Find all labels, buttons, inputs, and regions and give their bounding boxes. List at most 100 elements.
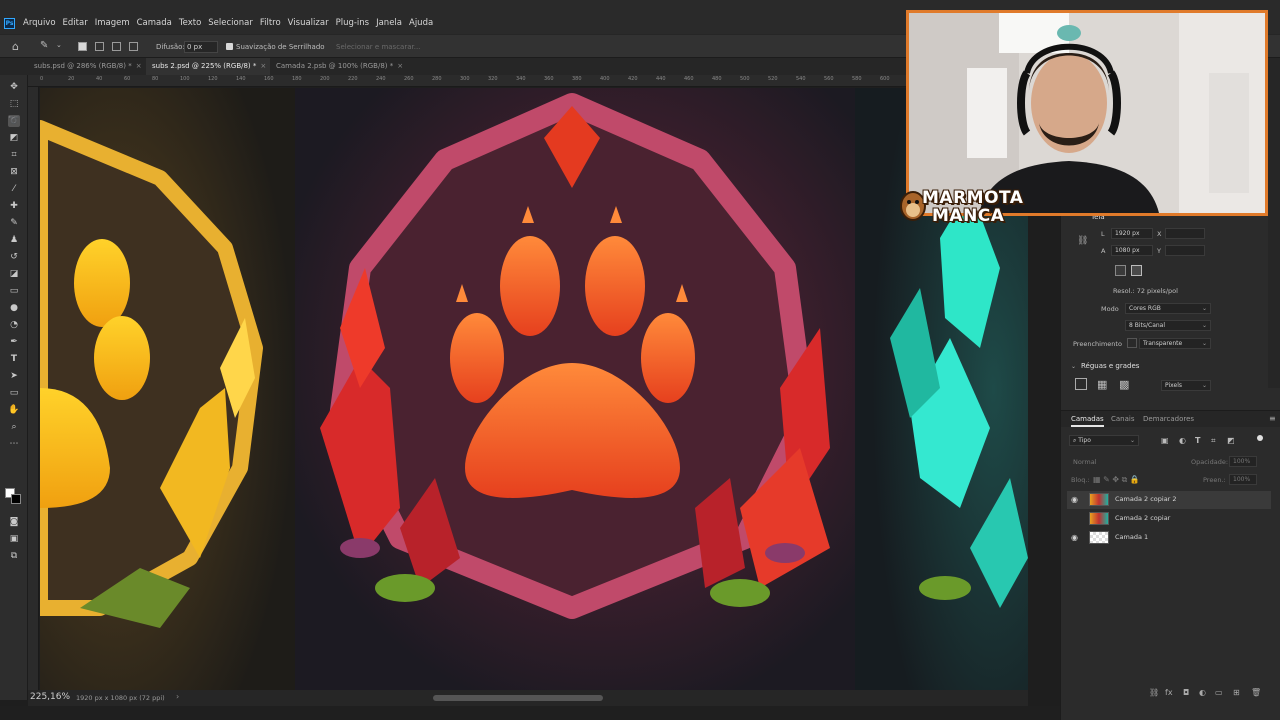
feather-input[interactable]: 0 px: [184, 41, 218, 53]
depth-select[interactable]: 8 Bits/Canal ⌄: [1125, 320, 1211, 331]
filter-toggle-icon[interactable]: [1257, 435, 1263, 441]
lasso-tool-icon[interactable]: ✎: [40, 40, 48, 51]
home-icon[interactable]: ⌂: [12, 40, 19, 53]
type-tool-icon[interactable]: T: [8, 353, 20, 365]
pen-tool-icon[interactable]: ✒: [8, 336, 20, 348]
menu-editar[interactable]: Editar: [63, 18, 88, 28]
mode-select[interactable]: Cores RGB ⌄: [1125, 303, 1211, 314]
fill-swatch[interactable]: [1127, 338, 1137, 348]
menu-selecionar[interactable]: Selecionar: [208, 18, 253, 28]
link-icon[interactable]: ⛓: [1077, 236, 1088, 246]
fill-opacity-field[interactable]: 100%: [1229, 474, 1257, 485]
dodge-tool-icon[interactable]: ◔: [8, 319, 20, 331]
panel-menu-icon[interactable]: ≡: [1269, 414, 1276, 423]
tab-subs-2[interactable]: subs 2.psd @ 225% (RGB/8) * ×: [146, 58, 270, 75]
path-select-icon[interactable]: ➤: [8, 370, 20, 382]
document-canvas[interactable]: [40, 88, 1028, 691]
layer-filter-select[interactable]: ⌕ Tipo ⌄: [1069, 435, 1139, 446]
landscape-icon[interactable]: [1131, 265, 1142, 276]
healing-brush-icon[interactable]: ✚: [8, 200, 20, 212]
close-icon[interactable]: ×: [397, 62, 403, 70]
link-layers-icon[interactable]: ⛓: [1149, 688, 1159, 697]
new-layer-icon[interactable]: ⊞: [1233, 688, 1240, 697]
fill-select[interactable]: Transparente ⌄: [1139, 338, 1211, 349]
menu-ajuda[interactable]: Ajuda: [409, 18, 433, 28]
x-field[interactable]: [1165, 228, 1205, 239]
tab-camada-2[interactable]: Camada 2.psb @ 100% (RGB/8) * ×: [270, 58, 406, 75]
subtract-selection-icon[interactable]: [112, 42, 121, 51]
new-selection-icon[interactable]: [78, 42, 87, 51]
horizontal-scrollbar[interactable]: [433, 695, 603, 701]
document-info[interactable]: 1920 px x 1080 px (72 ppi): [76, 694, 165, 702]
lock-pixels-icon[interactable]: ▦ ✎ ✥ ⧉ 🔒: [1093, 475, 1140, 485]
chevron-right-icon[interactable]: ›: [176, 692, 179, 701]
quick-mask-icon[interactable]: ◙: [8, 516, 20, 528]
ruler-toggle-icon[interactable]: [1075, 378, 1087, 390]
opacity-field[interactable]: 100%: [1229, 456, 1257, 467]
menu-janela[interactable]: Janela: [376, 18, 402, 28]
tab-canais[interactable]: Canais: [1111, 411, 1135, 427]
brush-tool-icon[interactable]: ✎: [8, 217, 20, 229]
close-icon[interactable]: ×: [136, 62, 142, 70]
eyedropper-icon[interactable]: ⁄: [8, 183, 20, 195]
zoom-tool-icon[interactable]: ⌕: [8, 421, 20, 433]
filter-type-icon[interactable]: T: [1195, 436, 1200, 445]
extra-tool-icon[interactable]: ⧉: [8, 550, 20, 562]
blend-mode-select[interactable]: Normal: [1073, 458, 1097, 466]
move-tool-icon[interactable]: ✥: [8, 81, 20, 93]
portrait-icon[interactable]: [1115, 265, 1126, 276]
eye-icon[interactable]: ◉: [1071, 495, 1078, 504]
grid-icon[interactable]: ▦: [1097, 378, 1107, 391]
lasso-tool-icon[interactable]: ➰: [8, 115, 20, 127]
close-icon[interactable]: ×: [260, 62, 266, 70]
screen-mode-icon[interactable]: ▣: [8, 533, 20, 545]
select-mask-button[interactable]: Selecionar e mascarar...: [336, 43, 420, 51]
clone-stamp-icon[interactable]: ♟: [8, 234, 20, 246]
gradient-tool-icon[interactable]: ▭: [8, 285, 20, 297]
layer-row[interactable]: ◉ Camada 2 copiar: [1067, 510, 1271, 528]
background-color-swatch[interactable]: [11, 494, 21, 504]
fx-icon[interactable]: fx: [1165, 688, 1173, 697]
eraser-tool-icon[interactable]: ◪: [8, 268, 20, 280]
add-selection-icon[interactable]: [95, 42, 104, 51]
hand-tool-icon[interactable]: ✋: [8, 404, 20, 416]
menu-camada[interactable]: Camada: [137, 18, 172, 28]
more-tools-icon[interactable]: ⋯: [8, 438, 20, 450]
shape-tool-icon[interactable]: ▭: [8, 387, 20, 399]
blur-tool-icon[interactable]: ●: [8, 302, 20, 314]
filter-shape-icon[interactable]: ⌗: [1211, 436, 1216, 446]
folder-icon[interactable]: ▭: [1215, 688, 1223, 697]
units-select[interactable]: Pixels ⌄: [1161, 380, 1211, 391]
antialias-checkbox[interactable]: [226, 43, 233, 50]
mask-icon[interactable]: ◘: [1183, 688, 1189, 697]
y-field[interactable]: [1165, 245, 1205, 256]
filter-adjustment-icon[interactable]: ◐: [1179, 436, 1186, 445]
trash-icon[interactable]: 🗑: [1251, 688, 1261, 697]
eye-icon[interactable]: ◉: [1071, 533, 1078, 542]
menu-plugins[interactable]: Plug-ins: [336, 18, 370, 28]
crop-tool-icon[interactable]: ⌗: [8, 149, 20, 161]
menu-arquivo[interactable]: Arquivo: [23, 18, 56, 28]
photoshop-logo[interactable]: Ps: [4, 18, 15, 29]
chevron-down-icon[interactable]: ⌄: [56, 41, 62, 49]
menu-visualizar[interactable]: Visualizar: [288, 18, 329, 28]
object-select-icon[interactable]: ◩: [8, 132, 20, 144]
layer-row[interactable]: ◉ Camada 1: [1067, 529, 1271, 547]
eye-hidden-icon[interactable]: ◉: [1071, 514, 1078, 523]
frame-tool-icon[interactable]: ⊠: [8, 166, 20, 178]
chevron-down-icon[interactable]: ⌄: [1071, 363, 1076, 370]
height-field[interactable]: 1080 px: [1111, 245, 1153, 256]
menu-filtro[interactable]: Filtro: [260, 18, 281, 28]
width-field[interactable]: 1920 px: [1111, 228, 1153, 239]
filter-smart-icon[interactable]: ◩: [1227, 436, 1235, 445]
tab-camadas[interactable]: Camadas: [1071, 411, 1104, 427]
layer-row[interactable]: ◉ Camada 2 copiar 2: [1067, 491, 1271, 509]
guides-icon[interactable]: ▩: [1119, 378, 1129, 391]
marquee-tool-icon[interactable]: ⬚: [8, 98, 20, 110]
zoom-level[interactable]: 225,16%: [30, 692, 70, 702]
menu-texto[interactable]: Texto: [179, 18, 201, 28]
adjustment-icon[interactable]: ◐: [1199, 688, 1206, 697]
tab-demarcadores[interactable]: Demarcadores: [1143, 411, 1194, 427]
menu-imagem[interactable]: Imagem: [95, 18, 130, 28]
tab-subs[interactable]: subs.psd @ 286% (RGB/8) * ×: [28, 58, 146, 75]
